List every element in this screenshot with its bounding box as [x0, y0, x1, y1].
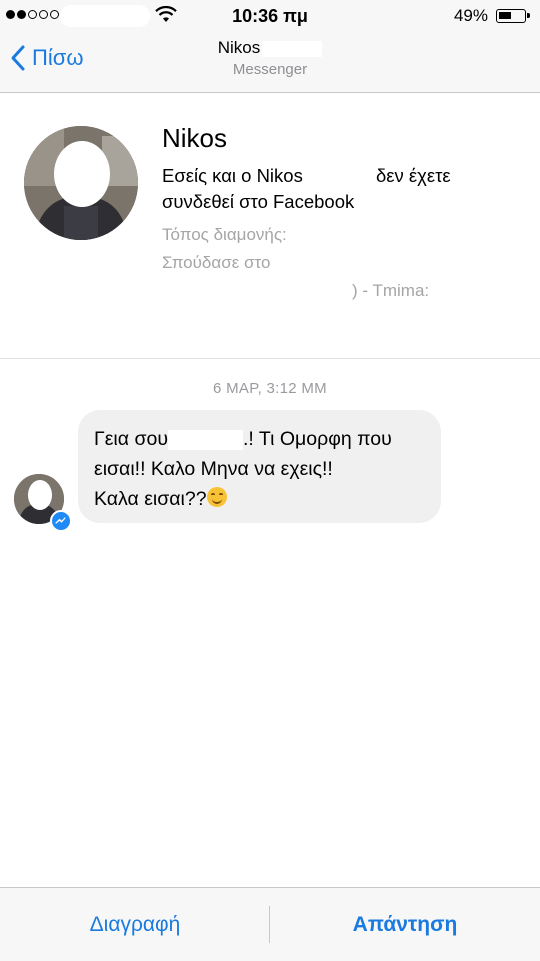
redacted-school-cont — [162, 283, 352, 300]
message-timestamp: 6 ΜΑΡ, 3:12 ΜΜ — [213, 380, 327, 397]
department-value-row — [162, 309, 392, 329]
profile-avatar[interactable] — [24, 126, 138, 240]
redacted-recipient-name — [168, 429, 244, 450]
status-bar: 10:36 πμ 49% — [0, 0, 540, 34]
nav-title-wrap: Nikos — [0, 38, 540, 58]
redacted-name — [262, 40, 323, 57]
redacted-surname — [302, 168, 371, 187]
studied-label: Σπούδασε στο — [162, 253, 271, 272]
nav-subtitle: Messenger — [232, 61, 308, 78]
nav-title: Nikos — [217, 38, 261, 57]
residence-row: Τόπος διαμονής: — [162, 225, 432, 245]
profile-name: Nikos — [162, 123, 228, 153]
reply-button[interactable]: Απάντηση — [270, 888, 540, 961]
relation-text-line2: συνδεθεί στο Facebook — [162, 191, 355, 212]
relation-text-end: δεν έχετε — [375, 165, 451, 186]
department-row: ) - Tmima: — [162, 281, 429, 301]
redacted-surname — [227, 129, 348, 152]
profile-name-wrap: Nikos — [162, 123, 348, 154]
department-label: ) - Tmima: — [352, 281, 430, 300]
studied-row: Σπούδασε στο — [162, 253, 406, 273]
message-text-line3: Καλα εισαι?? — [94, 488, 207, 510]
battery-percentage: 49% — [453, 6, 488, 25]
connection-status: Εσείς και ο Nikos δεν έχετε συνδεθεί στο… — [162, 163, 502, 215]
message-text-part1: Γεια σου — [94, 428, 169, 450]
smiling-face-emoji-icon — [206, 487, 227, 507]
redacted-department — [162, 311, 392, 328]
residence-label: Τόπος διαμονής: — [162, 225, 287, 244]
redacted-school — [275, 255, 406, 272]
message-text-part2: .! Τι Ομορφη που — [243, 428, 392, 450]
relation-text-start: Εσείς και ο Nikos — [162, 165, 303, 186]
navigation-bar: Πίσω Nikos Messenger — [0, 34, 540, 93]
message-bubble[interactable]: Γεια σου .! Τι Ομορφη που εισαι!! Καλο Μη… — [78, 410, 441, 523]
message-text-line2: εισαι!! Καλο Μηνα να εχεις!! — [94, 458, 333, 480]
delete-button[interactable]: Διαγραφή — [0, 888, 270, 961]
section-divider — [0, 358, 540, 359]
avatar-photo — [24, 126, 138, 240]
battery-icon — [496, 9, 530, 23]
message-request-actions: Διαγραφή Απάντηση — [0, 887, 540, 961]
redacted-residence — [291, 227, 432, 244]
messenger-badge-icon — [50, 510, 72, 532]
